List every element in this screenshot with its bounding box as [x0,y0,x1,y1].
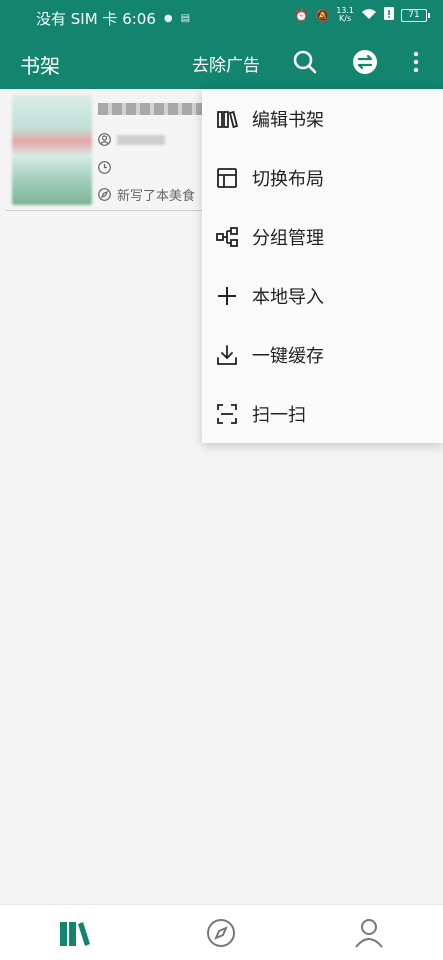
compass-icon [98,188,111,201]
alarm-icon: ⏰ [294,8,309,22]
nav-explore[interactable] [201,915,241,951]
book-author-row [98,133,165,146]
author-redacted [117,134,165,145]
menu-item-cache-all[interactable]: 一键缓存 [202,325,443,384]
book-card[interactable]: 新写了本美食 [6,89,226,211]
books-icon [216,108,238,130]
plus-icon [216,285,238,307]
menu-item-scan[interactable]: 扫一扫 [202,384,443,443]
more-options-button[interactable] [401,47,431,77]
page-title: 书架 [20,54,60,78]
search-icon [293,50,317,74]
sync-button[interactable] [350,47,380,77]
clock-icon [98,161,111,174]
book-cover-image [12,95,92,205]
layout-icon [216,167,238,189]
person-icon [355,919,383,948]
download-icon [216,344,238,366]
remove-ads-button[interactable]: 去除广告 [192,51,260,76]
search-button[interactable] [290,47,320,77]
nav-profile[interactable] [349,915,389,951]
compass-icon [207,919,235,947]
mute-icon: 🔕 [315,8,330,22]
bookshelf-icon [60,922,90,946]
sim-alert-icon [384,7,394,23]
sync-icon [353,50,377,74]
person-icon [98,133,111,146]
menu-item-group-manage[interactable]: 分组管理 [202,207,443,266]
more-vert-icon [413,51,419,73]
overflow-menu: 编辑书架 切换布局 分组管理 本地导入 一键缓存 扫一扫 [202,89,443,443]
book-latest-row: 新写了本美食 [98,185,195,204]
menu-item-edit-shelf[interactable]: 编辑书架 [202,89,443,148]
menu-item-local-import[interactable]: 本地导入 [202,266,443,325]
group-icon [216,226,238,248]
bottom-navigation [0,904,443,960]
net-speed: 13.1 K/s [336,6,354,23]
menu-item-switch-layout[interactable]: 切换布局 [202,148,443,207]
wifi-icon [361,8,377,23]
app-notification-icon: ▤ [180,13,191,24]
status-bar: 没有 SIM 卡 6:06 ● ▤ ⏰ 🔕 13.1 K/s 71 [0,0,443,36]
battery-indicator: 71 [401,8,430,22]
nav-bookshelf[interactable] [54,915,94,951]
notification-dot-icon: ● [163,13,173,24]
scan-icon [216,403,238,425]
app-toolbar: 书架 去除广告 [0,36,443,89]
book-time-row [98,161,111,174]
book-title-redacted [98,103,216,115]
latest-chapter: 新写了本美食 [117,189,196,204]
carrier-time: 没有 SIM 卡 6:06 [36,10,156,28]
